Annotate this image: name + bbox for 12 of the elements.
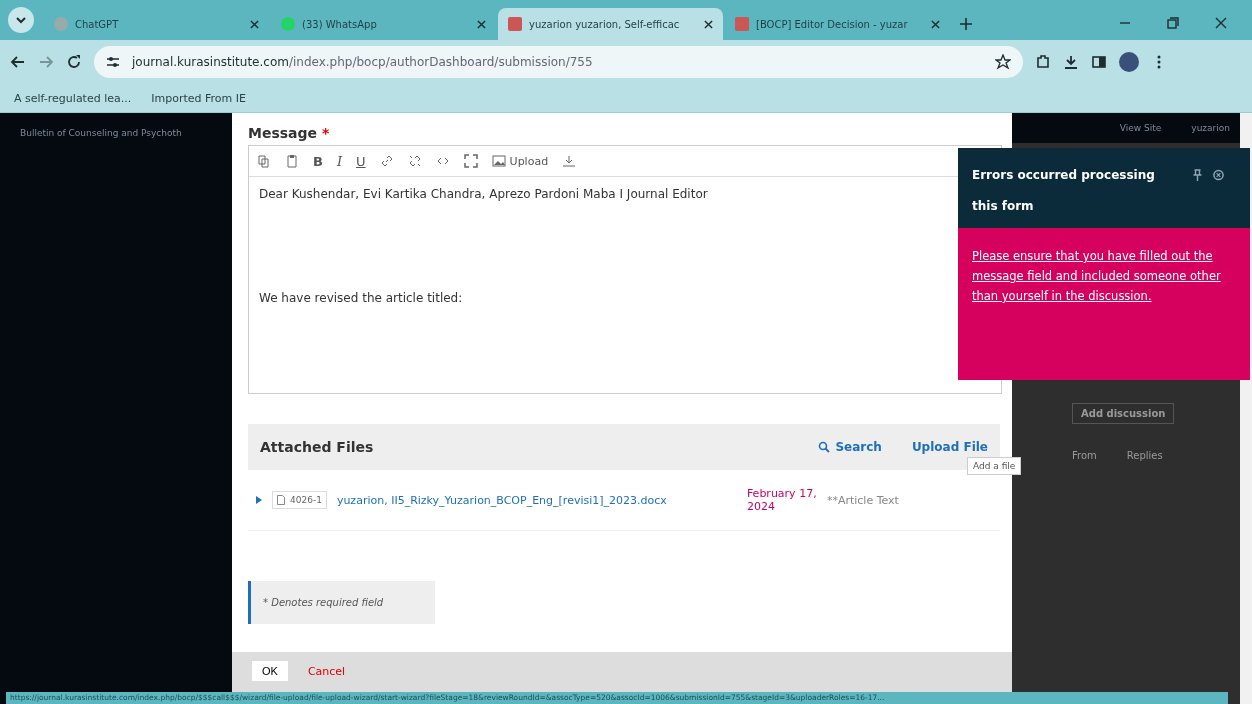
message-text: We have revised the article titled: [259,291,463,305]
column-header: From [1072,450,1097,461]
column-header: Replies [1126,450,1163,461]
field-label: Message * [248,125,331,141]
file-type: **Article Text [826,493,899,507]
required-field-note: * Denotes required field [248,581,435,624]
message-text: Dear Kushendar, Evi Kartika Chandra, Aprezo Pardoni Maba I Journal Editor [259,187,708,201]
file-id-badge: 4026-1 [272,491,327,509]
add-file-tooltip: Add a file [967,457,1022,475]
file-date: February 17, 2024 [746,487,817,513]
site-title: Bulletin of Counseling and Psychoth [20,128,182,138]
section-title: Attached Files [260,439,374,455]
